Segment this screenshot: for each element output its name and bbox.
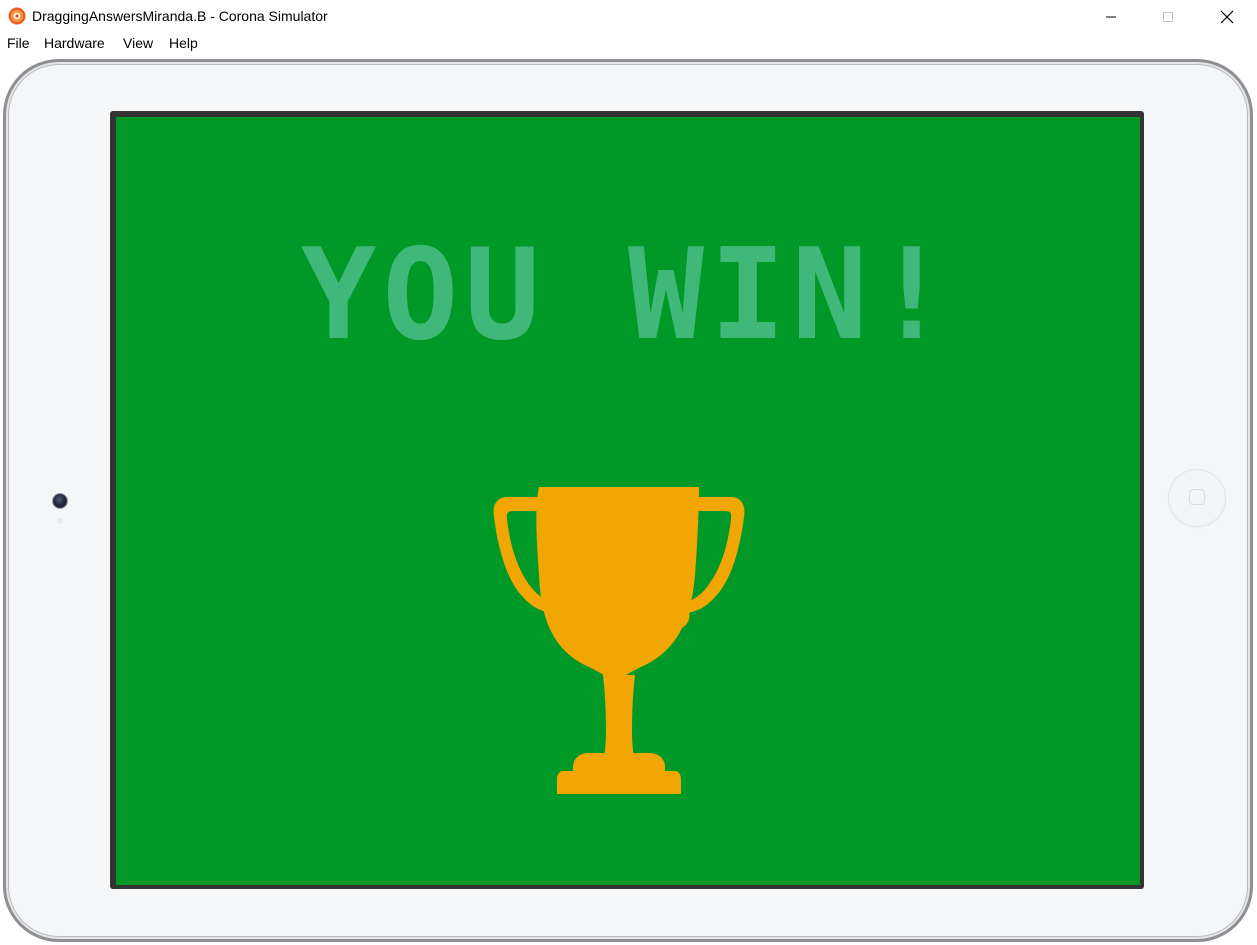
corona-logo-icon [8,7,26,25]
home-button[interactable] [1168,469,1226,527]
trophy-icon [493,487,745,794]
menu-file[interactable]: File [7,35,30,51]
win-message: YOU WIN! [300,221,956,368]
window-title: DraggingAnswersMiranda.B - Corona Simula… [32,8,328,24]
game-screen[interactable]: YOU WIN! [116,117,1140,885]
close-icon [1220,10,1233,23]
light-sensor [57,518,63,524]
menu-help[interactable]: Help [169,35,198,51]
maximize-button[interactable] [1139,0,1196,33]
title-bar: DraggingAnswersMiranda.B - Corona Simula… [0,0,1257,33]
camera-icon [53,494,67,508]
minimize-button[interactable] [1082,0,1139,33]
home-square-icon [1189,489,1205,505]
close-button[interactable] [1198,0,1255,33]
simulator-viewport: YOU WIN! [0,56,1257,945]
minimize-icon [1105,16,1116,17]
menu-hardware[interactable]: Hardware [44,35,105,51]
menu-view[interactable]: View [123,35,153,51]
maximize-icon [1162,11,1173,22]
menu-bar: File Hardware View Help [0,33,1257,55]
